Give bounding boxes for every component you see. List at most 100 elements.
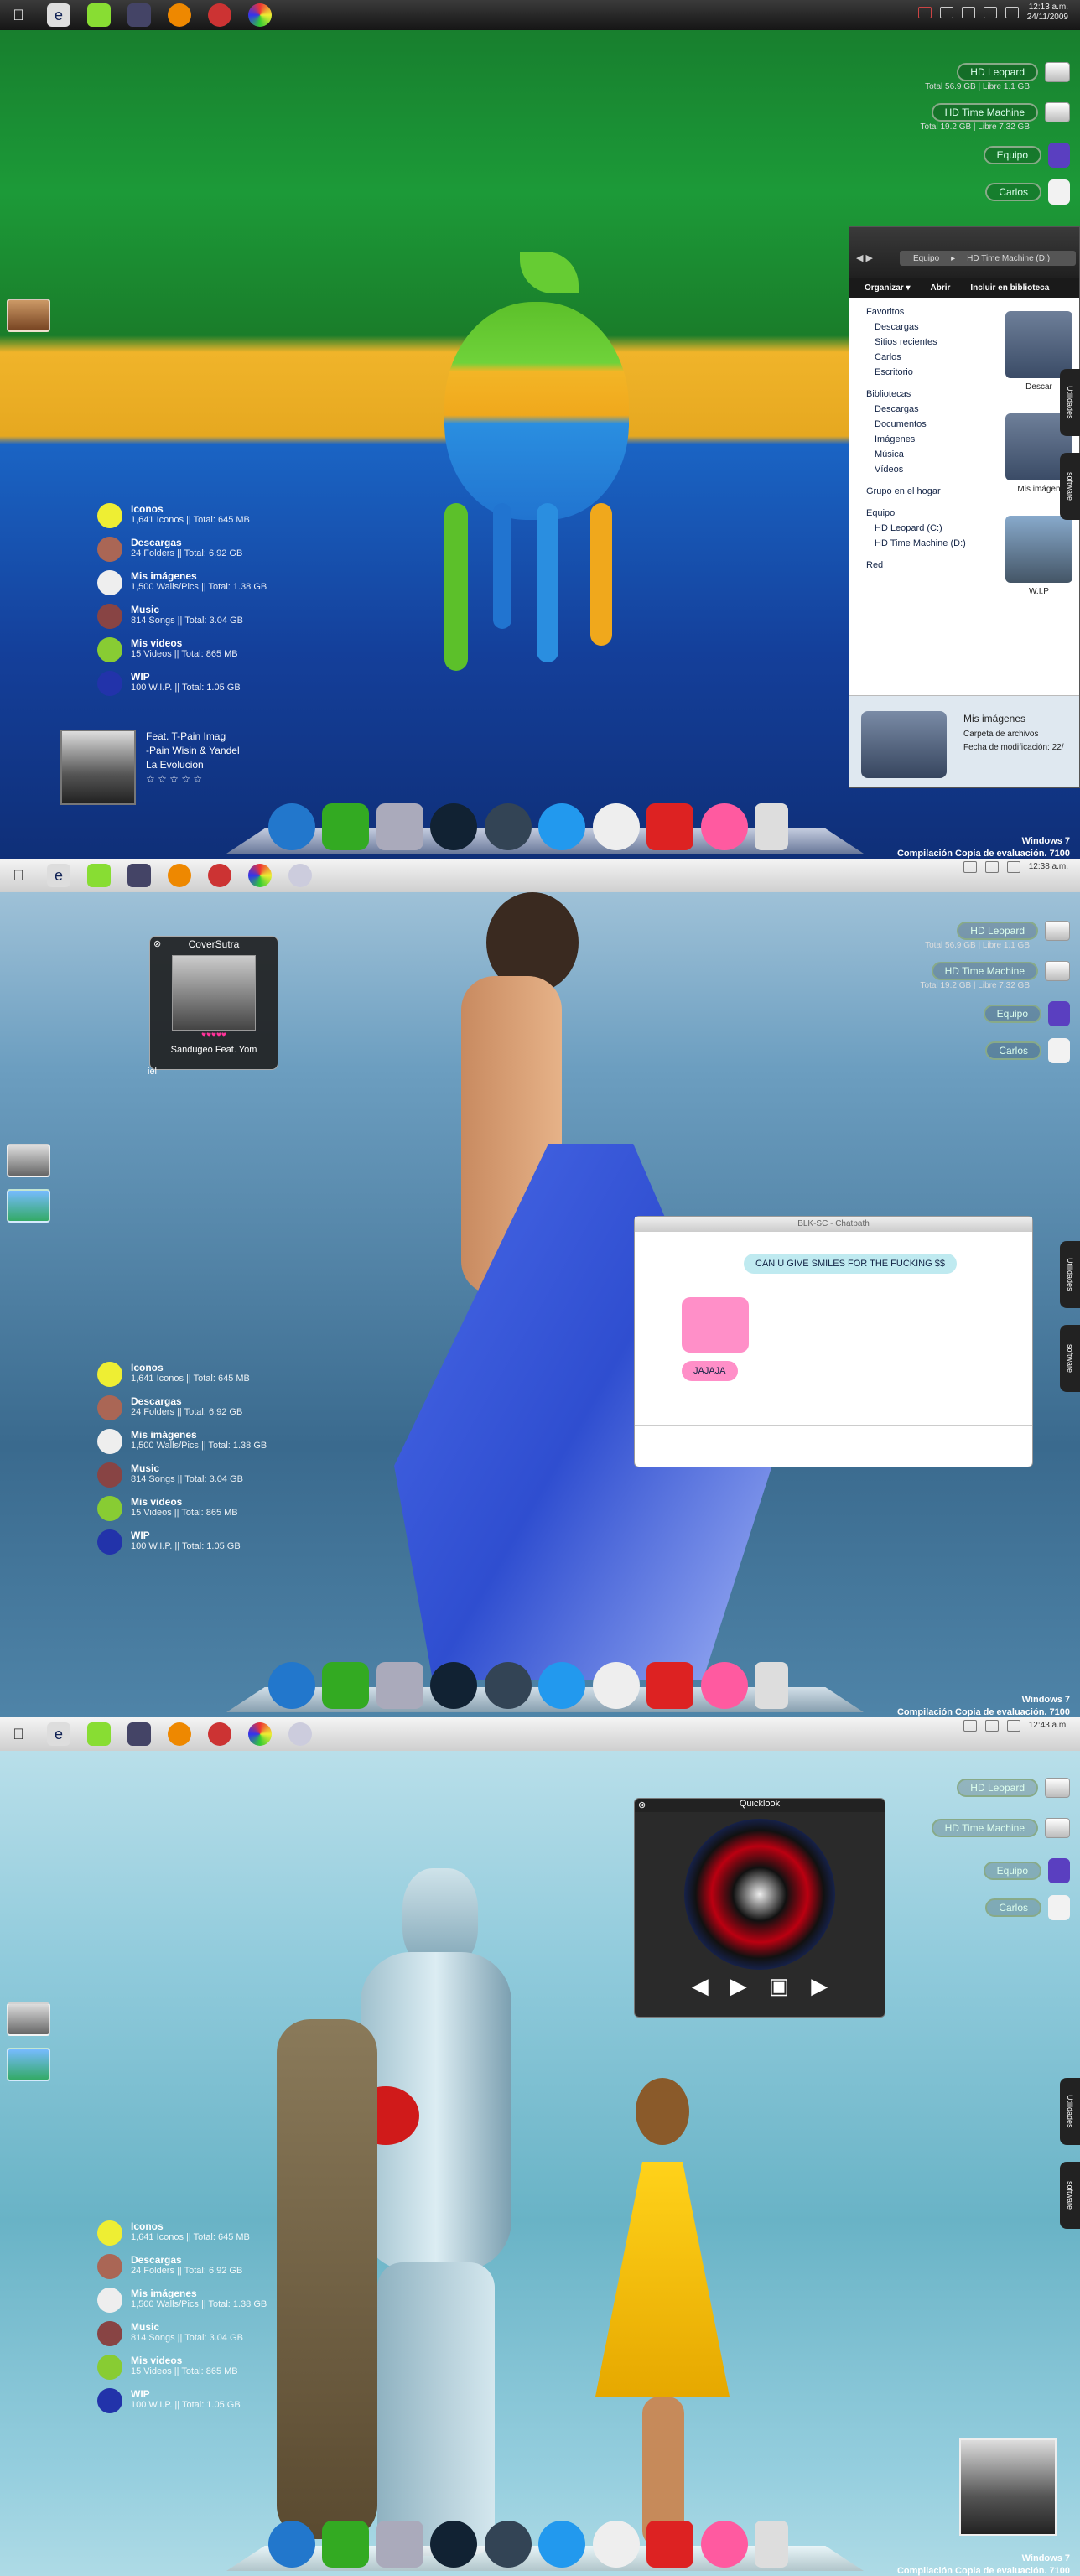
stat-iconos[interactable]: Iconos 1,641 Iconos || Total: 645 MB [97,503,349,528]
apple-icon[interactable]:  [7,3,30,27]
user-carlos[interactable]: Carlos [985,1038,1070,1063]
chat-icon[interactable] [700,1662,748,1709]
track-rating[interactable]: ☆ ☆ ☆ ☆ ☆ [146,772,240,787]
album-art[interactable] [60,730,136,805]
stat-descargas[interactable]: Descargas 24 Folders || Total: 6.92 GB [97,1395,349,1420]
apple-icon[interactable]:  [7,864,30,887]
album-art[interactable] [959,2438,1057,2536]
stat-wip[interactable]: WIP 100 W.I.P. || Total: 1.05 GB [97,671,349,696]
chat-icon[interactable] [700,2521,748,2568]
notes-icon[interactable] [87,864,111,887]
tux-icon[interactable] [592,2521,640,2568]
nav-item[interactable]: Imágenes [849,432,997,447]
user-carlos[interactable]: Carlos [985,179,1070,205]
chrome-icon[interactable] [208,3,231,27]
side-tab-utilidades[interactable]: Utilidades [1060,1241,1080,1308]
include-library-button[interactable]: Incluir en biblioteca [970,283,1049,293]
drive-hd-leopard[interactable]: HD Leopard [957,62,1070,82]
monitor-icon[interactable] [127,1722,151,1746]
firefox-icon[interactable] [168,1722,191,1746]
ie-icon[interactable]: e [47,1722,70,1746]
nav-item[interactable]: Sitios recientes [849,335,997,350]
chat-input[interactable] [635,1425,1032,1467]
clock[interactable]: 12:13 a.m. 24/11/2009 [1027,3,1068,23]
nav-item[interactable]: Vídeos [849,462,997,477]
nav-item[interactable]: HD Leopard (C:) [849,521,997,536]
drive-time-machine[interactable]: HD Time Machine [931,102,1070,122]
nav-item[interactable]: Música [849,447,997,462]
file-item[interactable]: W.I.P [1005,516,1072,596]
previous-icon[interactable]: ◀ [692,1973,709,1999]
fullscreen-icon[interactable]: ▣ [769,1973,790,1999]
monitor-icon[interactable] [127,864,151,887]
compass-icon[interactable] [430,803,478,850]
stat-imagenes[interactable]: Mis imágenes 1,500 Walls/Pics || Total: 1… [97,2288,349,2313]
user-equipo[interactable]: Equipo [983,143,1070,168]
stat-imagenes[interactable]: Mis imágenes 1,500 Walls/Pics || Total: 1… [97,1429,349,1454]
stat-descargas[interactable]: Descargas 24 Folders || Total: 6.92 GB [97,537,349,562]
wifi-icon[interactable] [917,7,932,18]
safari-icon[interactable] [484,1662,532,1709]
clock[interactable]: 12:43 a.m. [1029,1721,1068,1731]
robot-icon[interactable] [376,2521,423,2568]
safari-icon[interactable] [484,2521,532,2568]
robot-icon[interactable] [376,803,423,850]
ie-icon[interactable]: e [47,864,70,887]
volume-icon[interactable] [1005,7,1019,18]
close-icon[interactable]: ⊗ [153,938,161,949]
network-icon[interactable] [983,7,997,18]
desktop-thumbnail[interactable] [7,2002,50,2036]
flag-icon[interactable] [984,1720,999,1732]
user-equipo[interactable]: Equipo [983,1858,1070,1883]
tux-icon[interactable] [592,803,640,850]
next-icon[interactable]: ▶ [811,1973,828,1999]
address-bar[interactable]: Equipo ▸ HD Time Machine (D:) [900,251,1076,266]
drive-hd-leopard[interactable]: HD Leopard [957,921,1070,941]
desktop-thumbnail[interactable] [7,2048,50,2081]
hat-icon[interactable] [322,2521,370,2568]
chat-icon[interactable] [700,803,748,850]
notes-icon[interactable] [87,3,111,27]
paint-icon[interactable] [538,1662,586,1709]
trash-icon[interactable] [754,2521,788,2568]
pinwheel-icon[interactable] [248,864,272,887]
stat-imagenes[interactable]: Mis imágenes 1,500 Walls/Pics || Total: 1… [97,570,349,595]
stat-wip[interactable]: WIP 100 W.I.P. || Total: 1.05 GB [97,1530,349,1555]
stat-iconos[interactable]: Iconos 1,641 Iconos || Total: 645 MB [97,1362,349,1387]
nav-network[interactable]: Red [849,558,997,573]
chrome-icon[interactable] [208,864,231,887]
apple-icon[interactable]:  [7,1722,30,1746]
truck-icon[interactable] [646,1662,694,1709]
monitor-icon[interactable] [127,3,151,27]
side-tab-utilidades[interactable]: Utilidades [1060,369,1080,436]
face-icon[interactable] [268,2521,315,2568]
stat-music[interactable]: Music 814 Songs || Total: 3.04 GB [97,1462,349,1488]
nav-item[interactable]: Descargas [849,402,997,417]
stat-wip[interactable]: WIP 100 W.I.P. || Total: 1.05 GB [97,2388,349,2413]
cd-icon[interactable] [288,864,312,887]
compass-icon[interactable] [430,2521,478,2568]
robot-icon[interactable] [376,1662,423,1709]
drive-time-machine[interactable]: HD Time Machine [931,1818,1070,1838]
back-forward-icon[interactable]: ◀ ▶ [856,252,873,263]
drive-hd-leopard[interactable]: HD Leopard [957,1778,1070,1798]
network-icon[interactable] [1006,861,1020,873]
abrir-button[interactable]: Abrir [930,283,950,293]
nav-computer[interactable]: Equipo [849,506,997,521]
stat-videos[interactable]: Mis videos 15 Videos || Total: 865 MB [97,637,349,662]
cd-icon[interactable] [288,1722,312,1746]
stat-iconos[interactable]: Iconos 1,641 Iconos || Total: 645 MB [97,2220,349,2246]
stat-descargas[interactable]: Descargas 24 Folders || Total: 6.92 GB [97,2254,349,2279]
file-item[interactable]: Descar [1005,311,1072,392]
tux-icon[interactable] [592,1662,640,1709]
close-icon[interactable]: ⊗ [638,1800,646,1810]
nav-favorites[interactable]: Favoritos [849,304,997,319]
desktop-thumbnail[interactable] [7,1144,50,1177]
clock[interactable]: 12:38 a.m. [1029,862,1068,872]
folder-icon[interactable] [963,861,977,873]
compass-icon[interactable] [430,1662,478,1709]
truck-icon[interactable] [646,2521,694,2568]
trash-icon[interactable] [754,1662,788,1709]
rating-hearts[interactable]: ♥♥♥♥♥ [150,1031,278,1040]
nav-item[interactable]: HD Time Machine (D:) [849,536,997,551]
